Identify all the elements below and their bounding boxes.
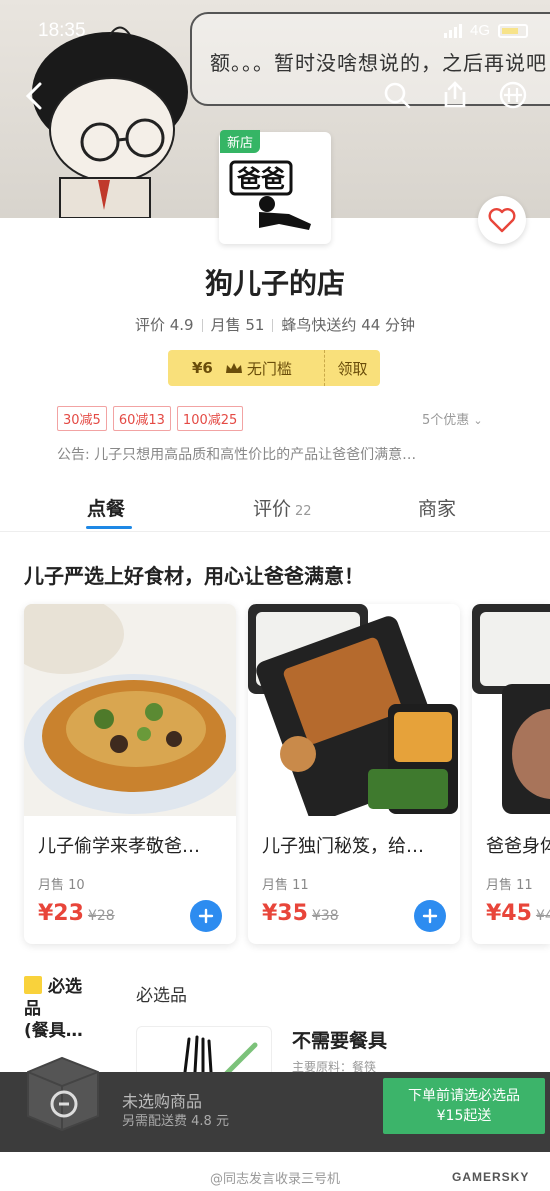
checkout-hint: 下单前请选必选品 (408, 1088, 520, 1104)
status-time: 18:35 (38, 20, 86, 41)
brand-watermark: GAMERSKY (452, 1170, 530, 1184)
more-promotions-label: 5个优惠 (422, 413, 470, 428)
category-sidebar-item-required[interactable]: 必选 品 (餐具… (24, 976, 114, 1042)
dish-image (248, 604, 460, 816)
dish-current-price: ¥35 (262, 901, 308, 926)
promo-tag: 60减13 (112, 406, 171, 431)
delivery-fee: 另需配送费 4.8 元 (122, 1114, 229, 1129)
category-header: 必选品 (136, 986, 187, 1006)
store-notice[interactable]: 公告: 儿子只想用高品质和高性价比的产品让爸爸们满意… (57, 444, 416, 464)
speech-bubble-text: 额。。。暂时没啥想说的，之后再说吧 (210, 51, 547, 75)
featured-dish-card[interactable]: 儿子偷学来孝敬爸… 月售 10 ¥23 ¥28 (24, 604, 236, 944)
dish-image (24, 604, 236, 816)
store-name: 狗儿子的店 (204, 267, 345, 300)
dish-original-price: ¥4 (535, 908, 550, 924)
featured-section-title: 儿子严选上好食材，用心让爸爸满意！ (24, 564, 364, 588)
star-icon (24, 976, 42, 994)
add-to-cart-button[interactable] (190, 900, 222, 932)
new-store-badge: 新店 (220, 130, 261, 153)
tab-merchant-label: 商家 (418, 498, 457, 520)
coupon-condition: 无门槛 (246, 359, 292, 378)
svg-text:爸爸: 爸爸 (236, 165, 285, 193)
chevron-down-icon: ⌄ (473, 414, 483, 427)
minimum-order: ¥15起送 (436, 1108, 492, 1124)
dish-sales: 月售 10 (38, 878, 85, 893)
search-icon[interactable] (382, 80, 412, 110)
dish-current-price: ¥45 (486, 901, 532, 926)
checkout-button[interactable]: 下单前请选必选品 ¥15起送 (383, 1078, 545, 1134)
category-label-line3: (餐具… (24, 1021, 83, 1041)
tab-order[interactable]: 点餐 (87, 494, 125, 521)
menu-grid-icon[interactable] (498, 80, 528, 110)
category-label-line1: 必选 (48, 977, 82, 997)
store-delivery-time: 蜂鸟快送约 44 分钟 (281, 316, 416, 334)
coupon-amount: ¥6 (192, 359, 213, 377)
tab-order-label: 点餐 (87, 498, 126, 520)
plus-icon (422, 908, 438, 924)
dish-price: ¥45 ¥4 (486, 901, 550, 926)
featured-dish-card[interactable]: 爸爸身体… 月售 11 ¥45¥4 (472, 604, 550, 944)
featured-dish-card[interactable]: 儿子独门秘笈，给… 月售 11 ¥35 ¥38 (248, 604, 460, 944)
dish-name: 爸爸身体… (486, 836, 550, 857)
dish-price: ¥35 ¥38 (262, 901, 339, 926)
tab-reviews-label: 评价 (253, 498, 292, 520)
dish-image (472, 604, 550, 816)
promotion-tags: 30减5 60减13 100减25 (57, 406, 244, 431)
more-promotions-link[interactable]: 5个优惠 ⌄ (422, 409, 483, 428)
category-label-line2: 品 (24, 999, 41, 1019)
cart-status: 未选购商品 (122, 1092, 203, 1111)
coupon-claim-button[interactable]: 领取 (324, 350, 380, 386)
promo-tag: 30减5 (57, 406, 107, 431)
coupon-card: ¥6 无门槛 领取 (168, 350, 380, 386)
tab-reviews-count: 22 (295, 504, 312, 519)
share-icon[interactable] (440, 80, 470, 110)
dish-price: ¥23 ¥28 (38, 901, 115, 926)
promo-tag: 100减25 (176, 406, 244, 431)
tab-merchant[interactable]: 商家 (418, 494, 456, 521)
add-to-cart-button[interactable] (414, 900, 446, 932)
crown-icon (225, 363, 242, 373)
cart-icon[interactable] (22, 1050, 104, 1132)
dish-name: 儿子偷学来孝敬爸… (38, 836, 200, 857)
tab-reviews[interactable]: 评价 22 (253, 494, 312, 521)
heart-icon (488, 208, 516, 233)
store-meta: 评价 4.9 月售 51 蜂鸟快送约 44 分钟 (0, 314, 550, 335)
favorite-button[interactable] (478, 196, 526, 244)
store-tabs: 点餐 评价 22 商家 (0, 486, 550, 532)
dish-sales: 月售 11 (262, 878, 309, 893)
dish-name: 儿子独门秘笈，给… (262, 836, 424, 857)
weibo-watermark: @同志发言收录三号机 (210, 1172, 341, 1187)
item-title: 不需要餐具 (292, 1030, 388, 1052)
plus-icon (198, 908, 214, 924)
dish-original-price: ¥38 (311, 908, 339, 924)
dish-current-price: ¥23 (38, 901, 84, 926)
dish-sales: 月售 11 (486, 878, 533, 893)
dish-original-price: ¥28 (87, 908, 115, 924)
active-tab-indicator (86, 526, 132, 529)
back-arrow-icon[interactable] (22, 82, 46, 110)
store-monthly-sales: 月售 51 (210, 316, 265, 334)
coupon-info: ¥6 无门槛 (168, 350, 324, 386)
store-rating: 评价 4.9 (134, 316, 194, 334)
